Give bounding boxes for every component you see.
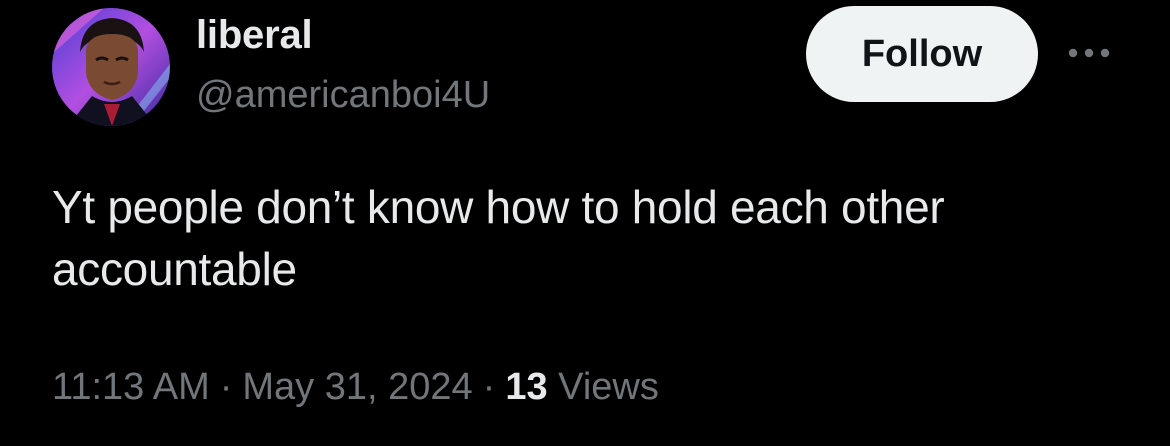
follow-button[interactable]: Follow: [806, 6, 1038, 102]
more-options-icon[interactable]: [1064, 38, 1114, 68]
author-handle[interactable]: @americanboi4U: [196, 72, 490, 118]
meta-separator: ·: [482, 366, 496, 408]
avatar-icon[interactable]: [52, 8, 170, 126]
tweet-card: liberal @americanboi4U Follow Yt people …: [0, 0, 1170, 446]
tweet-date[interactable]: May 31, 2024: [242, 366, 472, 408]
views-count[interactable]: 13: [505, 366, 547, 408]
tweet-time[interactable]: 11:13 AM: [52, 366, 210, 408]
author-display-name[interactable]: liberal: [196, 10, 313, 60]
views-label[interactable]: Views: [558, 366, 659, 408]
meta-separator: ·: [219, 366, 233, 408]
tweet-text: Yt people don’t know how to hold each ot…: [52, 181, 945, 295]
tweet-metadata: 11:13 AM · May 31, 2024 · 13 Views: [52, 362, 659, 412]
